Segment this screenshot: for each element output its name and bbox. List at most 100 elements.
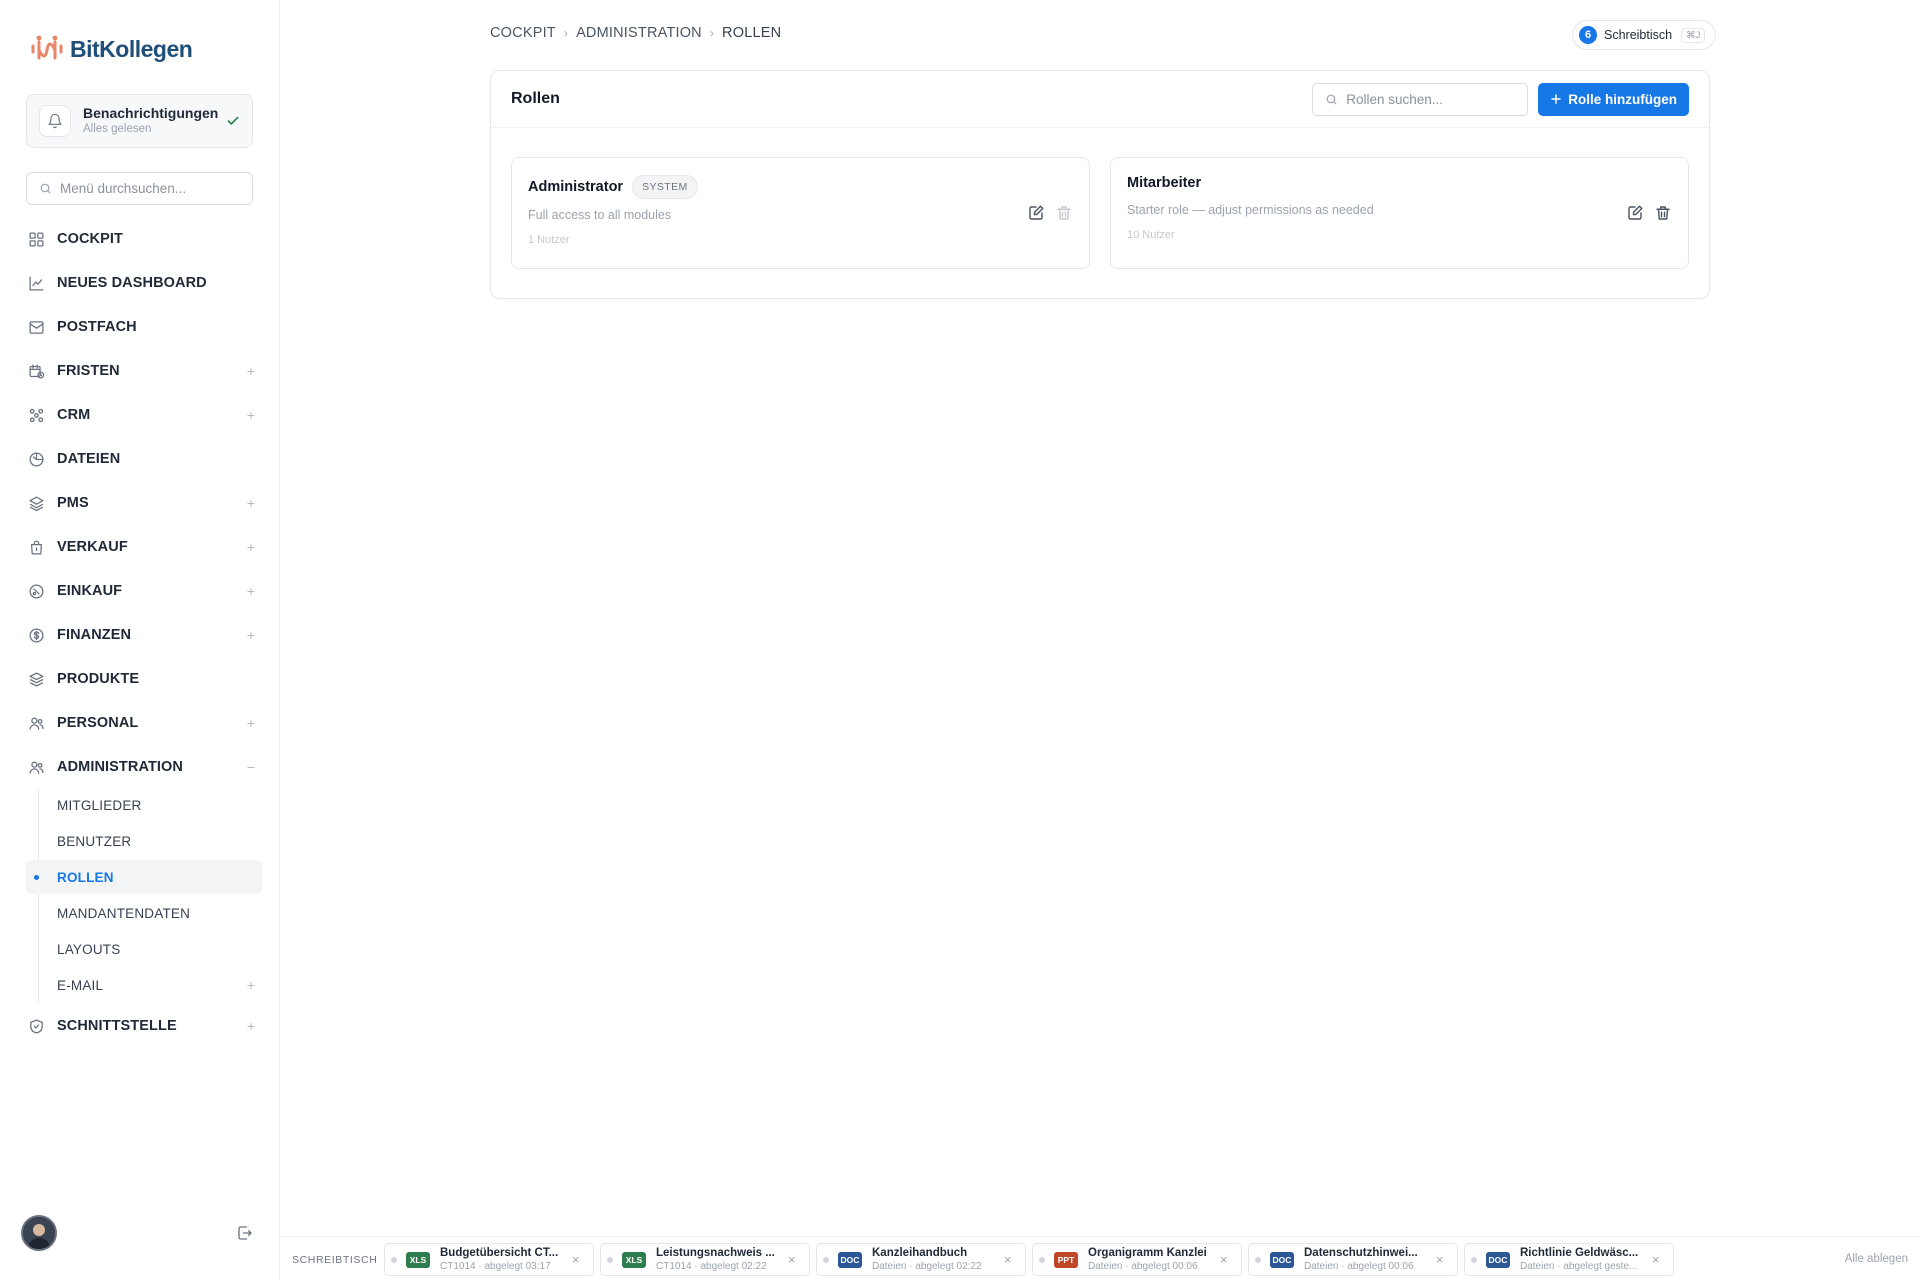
active-indicator <box>34 875 39 880</box>
roles-title: Rollen <box>511 90 560 107</box>
sub-item-mandantendaten[interactable]: MANDANTENDATEN <box>26 896 262 930</box>
dollar-circle-icon <box>26 625 46 645</box>
schreibtisch-file[interactable]: DOC Datenschutzhinwei... Dateien · abgeleg… <box>1248 1243 1458 1276</box>
nav-item-schnittstelle[interactable]: SCHNITTSTELLE + <box>26 1008 262 1044</box>
nav-item-finanzen[interactable]: FINANZEN + <box>26 617 262 653</box>
grid-icon <box>26 229 46 249</box>
close-icon[interactable]: × <box>1004 1252 1012 1267</box>
close-icon[interactable]: × <box>1220 1252 1228 1267</box>
sidebar: BitKollegen Benachrichtigungen Alles gel… <box>0 0 280 1280</box>
role-card-administrator[interactable]: Administrator SYSTEM Full access to all … <box>511 157 1090 269</box>
folder-icon <box>26 449 46 469</box>
nav-label: PMS <box>57 495 89 511</box>
menu-search-input[interactable] <box>60 181 240 196</box>
nav-item-dateien[interactable]: DATEIEN <box>26 441 262 477</box>
breadcrumb-item[interactable]: COCKPIT <box>490 25 556 41</box>
expand-icon[interactable]: + <box>244 716 258 730</box>
status-dot <box>823 1256 829 1263</box>
breadcrumb-separator: › <box>709 26 715 40</box>
schreibtisch-file[interactable]: XLS Leistungsnachweis ... CT1014 · abgeleg… <box>600 1243 810 1276</box>
file-type-badge: XLS <box>406 1251 430 1268</box>
expand-icon[interactable]: + <box>244 364 258 378</box>
sub-item-e-mail[interactable]: E-MAIL + <box>26 968 262 1002</box>
edit-icon[interactable] <box>1027 204 1045 222</box>
roles-search-input[interactable] <box>1346 91 1517 107</box>
expand-icon[interactable]: + <box>244 977 258 993</box>
inbox-icon <box>26 317 46 337</box>
breadcrumb-item[interactable]: ADMINISTRATION <box>576 25 702 41</box>
nav-item-einkauf[interactable]: EINKAUF + <box>26 573 262 609</box>
trash-icon[interactable] <box>1654 204 1672 222</box>
nav-item-postfach[interactable]: POSTFACH <box>26 309 262 345</box>
nav-item-personal[interactable]: PERSONAL + <box>26 705 262 741</box>
nav-item-produkte[interactable]: PRODUKTE <box>26 661 262 697</box>
file-meta: Dateien · abgelegt geste... <box>1520 1260 1638 1272</box>
role-card-mitarbeiter[interactable]: Mitarbeiter Starter role — adjust permis… <box>1110 157 1689 269</box>
file-name: Budgetübersicht CT... <box>440 1246 559 1259</box>
file-type-badge: XLS <box>622 1251 646 1268</box>
file-name: Datenschutzhinwei... <box>1304 1246 1418 1259</box>
close-icon[interactable]: × <box>788 1252 796 1267</box>
trash-icon <box>1055 204 1073 222</box>
nav-label: VERKAUF <box>57 539 128 555</box>
brand-logo-icon <box>30 32 64 66</box>
expand-icon[interactable]: + <box>244 496 258 510</box>
status-dot <box>391 1256 397 1263</box>
expand-icon[interactable]: + <box>244 628 258 642</box>
shortcut-hint: ⌘J <box>1681 27 1706 43</box>
notifications-panel[interactable]: Benachrichtigungen Alles gelesen <box>26 94 253 148</box>
nav-item-administration[interactable]: ADMINISTRATION − <box>26 749 262 785</box>
sub-item-benutzer[interactable]: BENUTZER <box>26 824 262 858</box>
network-icon <box>26 405 46 425</box>
schreibtisch-bar: SCHREIBTISCH XLS Budgetübersicht CT... CT1… <box>280 1236 1920 1280</box>
close-icon[interactable]: × <box>1436 1252 1444 1267</box>
file-meta: Dateien · abgelegt 00:06 <box>1304 1260 1414 1272</box>
schreibtisch-file[interactable]: XLS Budgetübersicht CT... CT1014 · abgeleg… <box>384 1243 594 1276</box>
nav-label: SCHNITTSTELLE <box>57 1018 177 1034</box>
file-meta: Dateien · abgelegt 02:22 <box>872 1260 982 1272</box>
brand[interactable]: BitKollegen <box>30 32 193 66</box>
status-dot <box>607 1256 613 1263</box>
roles-card-header: Rollen Rolle hinzufügen <box>491 71 1709 128</box>
expand-icon[interactable]: + <box>244 584 258 598</box>
add-role-button[interactable]: Rolle hinzufügen <box>1538 82 1689 116</box>
nav-item-fristen[interactable]: FRISTEN + <box>26 353 262 389</box>
file-meta: CT1014 · abgelegt 03:17 <box>440 1260 551 1272</box>
collapse-icon[interactable]: − <box>244 760 258 774</box>
nav-label: NEUES DASHBOARD <box>57 275 207 291</box>
file-meta: Dateien · abgelegt 00:06 <box>1088 1260 1198 1272</box>
logout-icon[interactable] <box>236 1224 254 1242</box>
schreibtisch-file[interactable]: PPT Organigramm Kanzlei Dateien · abgelegt… <box>1032 1243 1242 1276</box>
sub-item-layouts[interactable]: LAYOUTS <box>26 932 262 966</box>
nav-label: COCKPIT <box>57 231 123 247</box>
user-avatar[interactable] <box>21 1215 57 1251</box>
nav-item-neues-dashboard[interactable]: NEUES DASHBOARD <box>26 265 262 301</box>
file-type-badge: DOC <box>838 1251 862 1268</box>
close-icon[interactable]: × <box>572 1252 580 1267</box>
nav-label: POSTFACH <box>57 319 137 335</box>
nav-label: ADMINISTRATION <box>57 759 183 775</box>
plus-icon <box>1550 93 1562 105</box>
role-description: Starter role — adjust permissions as nee… <box>1127 203 1374 217</box>
search-icon <box>39 182 52 195</box>
nav-label: FINANZEN <box>57 627 132 643</box>
schreibtisch-file[interactable]: DOC Richtlinie Geldwäsc... Dateien · abgel… <box>1464 1243 1674 1276</box>
expand-icon[interactable]: + <box>244 540 258 554</box>
nav-item-crm[interactable]: CRM + <box>26 397 262 433</box>
edit-icon[interactable] <box>1626 204 1644 222</box>
nav-item-pms[interactable]: PMS + <box>26 485 262 521</box>
schreibtisch-button[interactable]: 6 Schreibtisch ⌘J <box>1572 20 1717 50</box>
expand-icon[interactable]: + <box>244 1019 258 1033</box>
close-icon[interactable]: × <box>1652 1252 1660 1267</box>
nav-item-verkauf[interactable]: VERKAUF + <box>26 529 262 565</box>
sub-item-label: E-MAIL <box>57 977 104 993</box>
schreibtisch-file[interactable]: DOC Kanzleihandbuch Dateien · abgelegt 02:… <box>816 1243 1026 1276</box>
file-type-badge: DOC <box>1270 1251 1294 1268</box>
sub-item-label: ROLLEN <box>57 869 114 885</box>
sub-item-mitglieder[interactable]: MITGLIEDER <box>26 788 262 822</box>
nav-item-cockpit[interactable]: COCKPIT <box>26 221 262 257</box>
expand-icon[interactable]: + <box>244 408 258 422</box>
stack-icon <box>26 669 46 689</box>
sub-item-rollen[interactable]: ROLLEN <box>26 860 262 894</box>
alle-ablegen-button[interactable]: Alle ablegen <box>1845 1253 1908 1265</box>
